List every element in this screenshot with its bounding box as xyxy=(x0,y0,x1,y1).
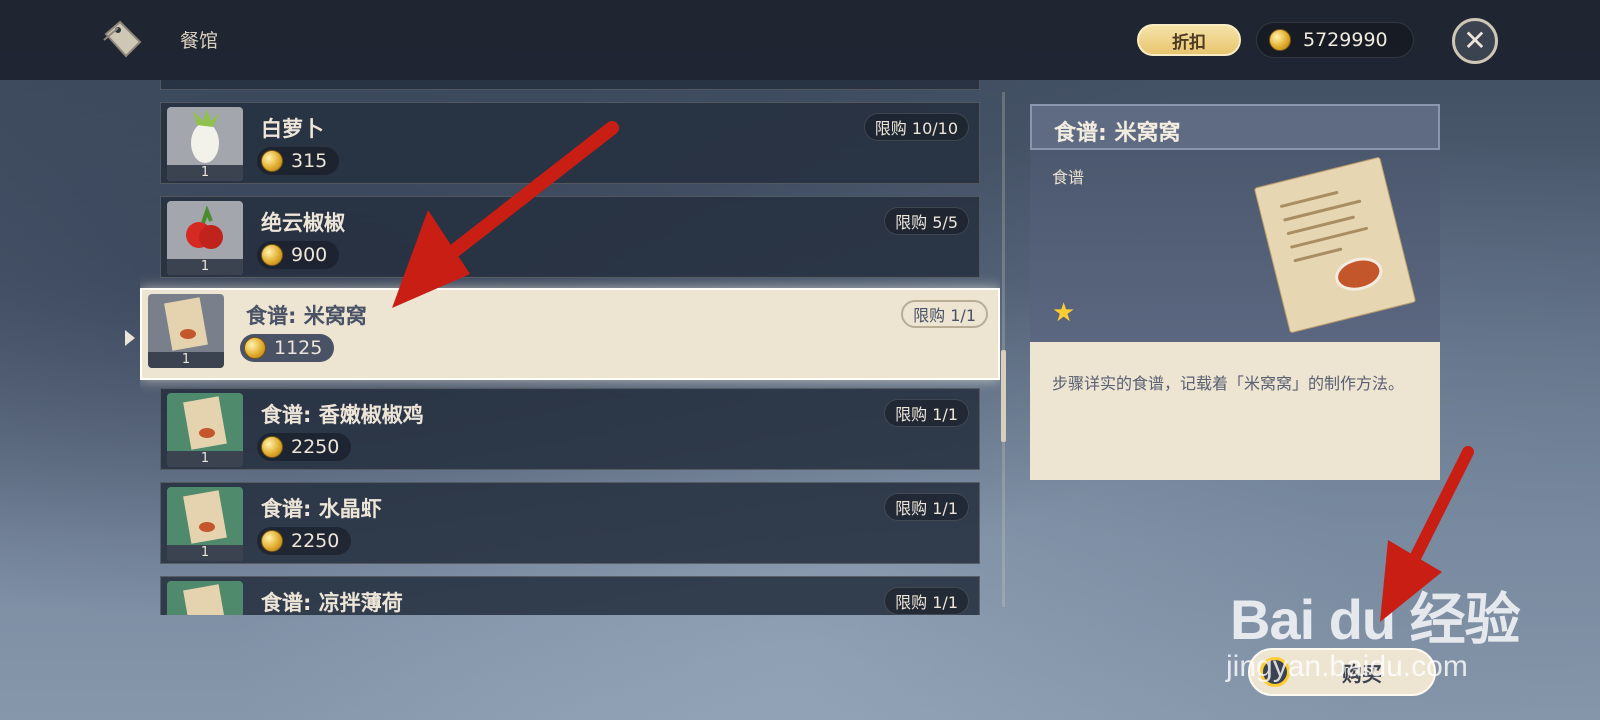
purchase-limit-badge: 限购 10/10 xyxy=(863,113,969,141)
item-thumbnail: 1 xyxy=(167,393,243,467)
item-name: 食谱: 凉拌薄荷 xyxy=(261,591,403,615)
detail-header: 食谱: 米窝窝 xyxy=(1030,104,1440,150)
item-price: 2250 xyxy=(257,527,352,555)
top-bar: 餐馆 折扣 5729990 ✕ xyxy=(0,0,1600,80)
close-button[interactable]: ✕ xyxy=(1452,18,1498,64)
mora-currency-display: 5729990 xyxy=(1256,22,1414,58)
list-item[interactable]: 1 食谱: 香嫩椒椒鸡 2250 限购 1/1 xyxy=(160,388,980,470)
mora-coin-icon xyxy=(261,530,283,552)
list-item[interactable]: 1 食谱: 水晶虾 2250 限购 1/1 xyxy=(160,482,980,564)
item-quantity: 1 xyxy=(167,259,243,275)
list-scrollbar-thumb[interactable] xyxy=(1001,350,1006,442)
discount-button[interactable]: 折扣 xyxy=(1137,24,1241,56)
item-thumbnail: 1 xyxy=(167,487,243,561)
item-quantity: 1 xyxy=(167,165,243,181)
detail-description-box: 步骤详实的食谱，记载着「米窝窝」的制作方法。 xyxy=(1030,342,1440,480)
jueyun-chili-icon xyxy=(186,205,223,249)
radish-icon xyxy=(191,109,219,163)
item-name: 绝云椒椒 xyxy=(261,211,345,235)
item-price-value: 315 xyxy=(291,150,328,172)
purchase-limit-badge: 限购 1/1 xyxy=(884,587,969,615)
item-thumbnail: 1 xyxy=(167,201,243,275)
item-price: 900 xyxy=(257,241,340,269)
shop-title: 餐馆 xyxy=(180,30,219,52)
mora-coin-icon xyxy=(1269,29,1291,51)
mora-amount: 5729990 xyxy=(1303,29,1388,51)
purchase-limit-badge: 限购 1/1 xyxy=(884,399,969,427)
close-icon: ✕ xyxy=(1463,24,1487,57)
mora-coin-icon xyxy=(261,436,283,458)
baidu-watermark-logo: Bai du 经验 xyxy=(1230,588,1521,651)
item-description: 步骤详实的食谱，记载着「米窝窝」的制作方法。 xyxy=(1052,374,1405,393)
rarity-star-icon: ★ xyxy=(1052,298,1076,328)
item-name: 白萝卜 xyxy=(261,117,324,141)
purchase-limit-badge: 限购 1/1 xyxy=(884,493,969,521)
item-name: 食谱: 水晶虾 xyxy=(261,497,382,521)
list-item-selected[interactable]: 1 食谱: 米窝窝 1125 限购 1/1 xyxy=(140,288,1000,380)
recipe-illustration xyxy=(1253,156,1417,334)
item-detail-panel: 食谱: 米窝窝 食谱 ★ 步骤详实的食谱，记载着「米窝窝」的制作方法。 xyxy=(1030,104,1440,480)
item-thumbnail: 1 xyxy=(167,107,243,181)
item-price: 315 xyxy=(257,147,340,175)
item-type: 食谱 xyxy=(1052,168,1085,187)
recipe-icon xyxy=(183,490,227,544)
mora-coin-icon xyxy=(261,150,283,172)
recipe-icon xyxy=(164,297,208,351)
item-price-value: 900 xyxy=(291,244,328,266)
item-price-value: 1125 xyxy=(274,337,323,359)
list-item[interactable]: 食谱: 凉拌薄荷 限购 1/1 xyxy=(160,576,980,615)
list-item-partial-top[interactable] xyxy=(160,80,980,90)
list-item[interactable]: 1 白萝卜 315 限购 10/10 xyxy=(160,102,980,184)
list-item[interactable]: 1 绝云椒椒 900 限购 5/5 xyxy=(160,196,980,278)
selected-indicator-icon xyxy=(125,330,135,346)
item-price: 1125 xyxy=(240,334,335,362)
item-quantity: 1 xyxy=(167,451,243,467)
mora-coin-icon xyxy=(261,244,283,266)
detail-title: 食谱: 米窝窝 xyxy=(1054,121,1181,146)
item-price-value: 2250 xyxy=(291,436,340,458)
recipe-icon xyxy=(183,396,227,450)
baidu-watermark-url: jingyan.baidu.com xyxy=(1226,650,1468,683)
mora-coin-icon xyxy=(244,337,266,359)
purchase-limit-badge: 限购 5/5 xyxy=(884,207,969,235)
item-quantity: 1 xyxy=(148,352,224,368)
item-thumbnail xyxy=(167,581,243,615)
purchase-limit-badge: 限购 1/1 xyxy=(901,300,988,328)
item-thumbnail: 1 xyxy=(148,294,224,368)
detail-image-area: 食谱 ★ xyxy=(1030,150,1440,342)
item-name: 食谱: 米窝窝 xyxy=(246,304,367,328)
item-price-value: 2250 xyxy=(291,530,340,552)
item-quantity: 1 xyxy=(167,545,243,561)
item-price: 2250 xyxy=(257,433,352,461)
item-name: 食谱: 香嫩椒椒鸡 xyxy=(261,403,424,427)
item-list[interactable]: 1 白萝卜 315 限购 10/10 1 绝云椒椒 900 限购 5/5 1 食… xyxy=(140,80,1000,615)
price-tag-icon xyxy=(103,20,142,58)
recipe-icon xyxy=(183,584,227,615)
